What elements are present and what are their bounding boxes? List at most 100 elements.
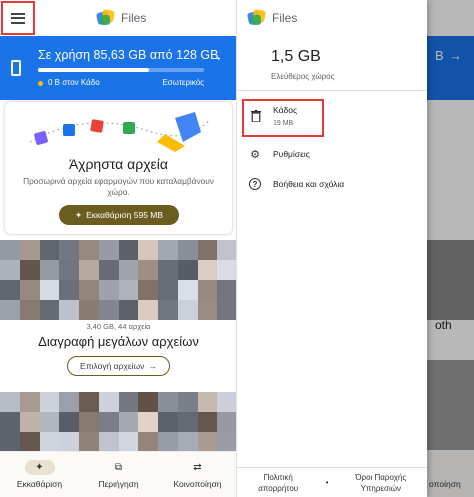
thumbnail-tile — [98, 260, 119, 280]
drawer-item-trash[interactable]: Κάδος 19 MB — [242, 99, 324, 137]
arrow-right-icon: → — [209, 48, 223, 64]
thumbnail-tile — [59, 240, 79, 260]
thumbnail-tile — [19, 260, 40, 280]
junk-files-card: Άχρηστα αρχεία Προσωρινά αρχεία εφαρμογώ… — [5, 102, 232, 234]
thumbnail-tile — [39, 280, 60, 300]
large-files-title: Διαγραφή μεγάλων αρχείων — [38, 334, 199, 349]
nav-browse-label: Περιήγηση — [98, 479, 139, 489]
thumbnail-tile — [118, 432, 139, 452]
bottom-navigation: ✦ Εκκαθάριση ⧉ Περιήγηση ⇄ Κοινοποίηση — [0, 451, 237, 497]
thumbnail-tile — [59, 300, 79, 320]
thumbnail-tile — [98, 432, 119, 452]
thumbnail-tile — [197, 260, 218, 280]
thumbnail-tile — [39, 260, 60, 280]
thumbnail-tile — [39, 240, 60, 260]
privacy-policy-link[interactable]: Πολιτική απορρήτου — [243, 472, 313, 494]
thumbnail-tile — [138, 432, 158, 452]
thumbnail-tile — [197, 240, 218, 260]
nav-clean[interactable]: ✦ Εκκαθάριση — [0, 452, 79, 497]
thumbnail-tile — [39, 392, 60, 412]
junk-files-description: Προσωρινά αρχεία εφαρμογών που καταλαμβά… — [23, 176, 214, 197]
thumbnail-tile — [59, 392, 79, 412]
drawer-item-settings[interactable]: ⚙ Ρυθμίσεις — [249, 148, 310, 161]
thumbnail-tile — [79, 280, 99, 300]
files-logo-icon — [95, 9, 115, 26]
thumbnail-tile — [177, 260, 198, 280]
large-files-card: 3,40 GB, 44 αρχεία Διαγραφή μεγάλων αρχε… — [0, 240, 237, 390]
thumbnail-tile — [79, 260, 99, 280]
thumbnail-tile — [59, 260, 79, 280]
thumbnail-tile — [0, 240, 20, 260]
thumbnail-tile — [79, 412, 99, 432]
menu-button[interactable] — [1, 1, 35, 35]
thumbnail-tile — [217, 240, 237, 260]
drawer-screen: B → oth οποίηση Files 1,5 GB Ελεύθερος χ… — [237, 0, 474, 497]
thumbnail-tile — [19, 280, 40, 300]
storage-progress-fill — [38, 68, 150, 72]
thumbnail-tile — [217, 392, 237, 412]
thumbnail-tile — [217, 432, 237, 452]
thumbnail-tile — [98, 412, 119, 432]
storage-card[interactable]: Σε χρήση 85,63 GB από 128 GB → 0 B στον … — [0, 36, 237, 100]
free-space-size: 1,5 GB — [271, 48, 321, 65]
sparkle-icon: ✦ — [24, 460, 55, 475]
internal-storage-label: Εσωτερικός — [162, 78, 204, 87]
junk-illustration-icon — [29, 112, 211, 152]
drawer-separator — [237, 90, 427, 91]
help-icon: ? — [249, 178, 261, 190]
thumbnail-tile — [138, 240, 158, 260]
trash-dot-icon — [38, 81, 43, 86]
thumbnail-tile — [138, 280, 158, 300]
terms-of-service-link[interactable]: Όροι Παροχής Υπηρεσιών — [341, 472, 421, 494]
thumbnail-tile — [118, 300, 139, 320]
nav-share[interactable]: ⇄ Κοινοποίηση — [158, 452, 237, 497]
trash-size-text: 0 B στον Κάδο — [48, 78, 100, 87]
thumbnail-tile — [0, 432, 20, 452]
large-files-thumbnails — [0, 240, 237, 320]
thumbnail-tile — [138, 260, 158, 280]
thumbnail-tile — [79, 432, 99, 452]
app-title: Files — [121, 11, 147, 25]
thumbnail-tile — [0, 300, 20, 320]
drawer-footer: Πολιτική απορρήτου • Όροι Παροχής Υπηρεσ… — [237, 467, 427, 497]
thumbnail-tile — [0, 392, 20, 412]
thumbnail-tile — [19, 432, 40, 452]
thumbnail-tile — [158, 280, 178, 300]
thumbnail-tile — [158, 392, 178, 412]
thumbnail-tile — [158, 300, 178, 320]
select-files-button[interactable]: Επιλογή αρχείων → — [67, 356, 170, 376]
storage-usage-text: Σε χρήση 85,63 GB από 128 GB — [38, 48, 219, 62]
thumbnail-tile — [39, 432, 60, 452]
files-logo-icon — [246, 9, 266, 26]
thumbnail-tile — [118, 240, 139, 260]
thumbnail-tile — [39, 412, 60, 432]
hamburger-icon — [11, 12, 25, 24]
thumbnail-tile — [197, 280, 218, 300]
browse-icon: ⧉ — [114, 462, 123, 473]
footer-separator: • — [325, 478, 329, 487]
thumbnail-tile — [158, 240, 178, 260]
nav-browse[interactable]: ⧉ Περιήγηση — [79, 452, 158, 497]
drawer-item-help[interactable]: ? Βοήθεια και σχόλια — [249, 178, 344, 190]
media-thumbnails — [0, 392, 237, 452]
thumbnail-tile — [138, 392, 158, 412]
thumbnail-tile — [118, 412, 139, 432]
drawer-scrim[interactable] — [427, 0, 474, 497]
thumbnail-tile — [138, 412, 158, 432]
thumbnail-tile — [79, 240, 99, 260]
thumbnail-tile — [98, 280, 119, 300]
thumbnail-tile — [79, 392, 99, 412]
thumbnail-tile — [177, 412, 198, 432]
thumbnail-tile — [118, 392, 139, 412]
trash-size: 19 MB — [273, 120, 294, 127]
help-label: Βοήθεια και σχόλια — [273, 179, 345, 189]
storage-progress-bar — [38, 68, 204, 72]
clean-button[interactable]: ✦ Εκκαθάριση 595 MB — [59, 205, 179, 225]
thumbnail-tile — [177, 240, 198, 260]
thumbnail-tile — [59, 432, 79, 452]
thumbnail-tile — [217, 300, 237, 320]
thumbnail-tile — [98, 392, 119, 412]
trash-icon — [251, 110, 261, 122]
gear-icon: ⚙ — [250, 148, 260, 161]
thumbnail-tile — [158, 432, 178, 452]
